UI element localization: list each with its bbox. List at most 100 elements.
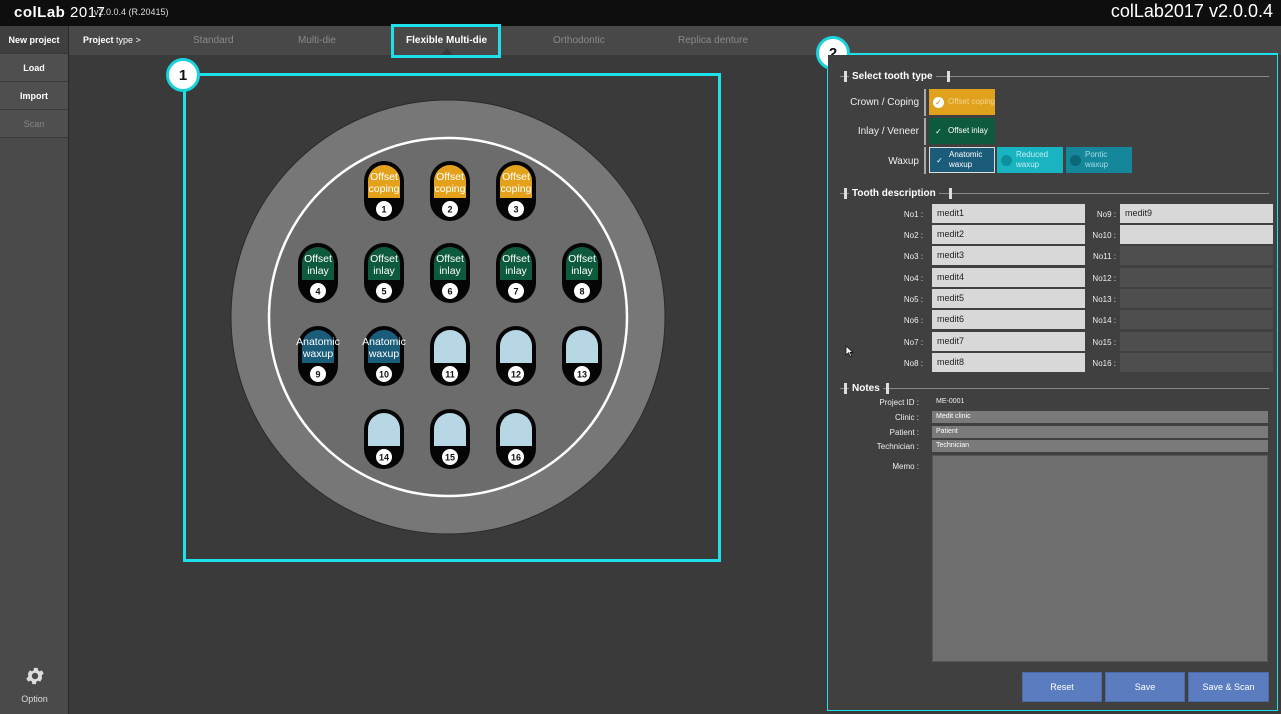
sidebar: New project Load Import Scan Option — [0, 26, 69, 714]
technician-label: Technician : — [876, 442, 919, 451]
select-tooth-type-title: Select tooth type — [849, 71, 936, 82]
memo-label: Memo : — [892, 462, 919, 471]
tooth-no12-label: No12 : — [1092, 274, 1116, 283]
die-label-8: Offset — [568, 253, 596, 265]
die-number-1: 1 — [381, 205, 386, 215]
die-slot-14[interactable]: 14 — [364, 409, 404, 469]
tooth-no1-input[interactable]: medit1 — [932, 204, 1085, 223]
tooth-no7-label: No7 : — [903, 338, 923, 347]
tab-standard[interactable]: Standard — [193, 35, 234, 46]
tooth-no3-input[interactable]: medit3 — [932, 246, 1085, 265]
die-slot-9[interactable]: Anatomicwaxup 9 — [296, 326, 340, 386]
tooth-no10-label: No10 : — [1092, 231, 1116, 240]
save-and-scan-button[interactable]: Save & Scan — [1188, 672, 1269, 702]
die-label-5: Offset — [370, 253, 398, 265]
tooth-no13-label: No13 : — [1092, 295, 1116, 304]
patient-label: Patient : — [889, 428, 919, 437]
tooth-description-title: Tooth description — [849, 188, 939, 199]
die-number-4: 4 — [315, 287, 320, 297]
window-title: colLab2017 v2.0.0.4 — [1110, 1, 1273, 21]
row-separator — [924, 118, 926, 145]
technician-field[interactable]: Technician — [932, 440, 1268, 452]
save-button[interactable]: Save — [1105, 672, 1185, 702]
new-project-button[interactable]: New project — [0, 26, 68, 54]
die-number-12: 12 — [511, 370, 521, 380]
die-slot-6[interactable]: Offsetinlay 6 — [430, 243, 470, 303]
tooth-no6-input[interactable]: medit6 — [932, 310, 1085, 329]
memo-field[interactable] — [932, 455, 1268, 662]
die-slot-10[interactable]: Anatomicwaxup 10 — [362, 326, 406, 386]
check-icon: ✓ — [933, 96, 944, 108]
die-slot-5[interactable]: Offsetinlay 5 — [364, 243, 404, 303]
section-rule — [840, 388, 1269, 389]
title-bar: colLab 2017 v2.0.0.4 (R.20415) colLab201… — [0, 0, 1281, 26]
radio-icon — [1001, 154, 1012, 166]
reduced-waxup-option[interactable]: Reduced waxup — [997, 147, 1063, 173]
project-id-value: ME-0001 — [936, 398, 965, 405]
die-label-7: inlay — [505, 265, 527, 277]
pontic-waxup-option[interactable]: Pontic waxup — [1066, 147, 1132, 173]
die-number-7: 7 — [513, 287, 518, 297]
die-slot-12[interactable]: 12 — [496, 326, 536, 386]
die-slot-11[interactable]: 11 — [430, 326, 470, 386]
die-label-6: Offset — [436, 253, 464, 265]
tab-flexible-multi-die[interactable]: Flexible Multi-die — [406, 35, 487, 46]
tab-multi-die[interactable]: Multi-die — [298, 35, 336, 46]
tooth-no3-label: No3 : — [903, 252, 923, 261]
die-label-3: Offset — [502, 171, 530, 183]
die-number-16: 16 — [511, 453, 521, 463]
anatomic-waxup-option[interactable]: ✓ Anatomic waxup — [929, 147, 995, 173]
die-slot-4[interactable]: Offsetinlay 4 — [298, 243, 338, 303]
die-label-2: coping — [435, 183, 466, 195]
waxup-label: Waxup — [888, 156, 919, 167]
clinic-field[interactable]: Medit clinic — [932, 411, 1268, 423]
load-button[interactable]: Load — [0, 54, 68, 82]
die-label-4: Offset — [304, 253, 332, 265]
active-tab-caret — [441, 48, 453, 55]
tooth-no10-input[interactable] — [1120, 225, 1273, 244]
die-slot-2[interactable]: Offsetcoping 2 — [430, 161, 470, 221]
die-number-13: 13 — [577, 370, 587, 380]
die-tray: Offsetcoping1Offsetcoping2Offsetcoping3O… — [230, 99, 666, 535]
tooth-no1-label: No1 : — [903, 210, 923, 219]
tooth-no8-input[interactable]: medit8 — [932, 353, 1085, 372]
die-number-15: 15 — [445, 453, 455, 463]
tooth-no11-label: No11 : — [1093, 252, 1116, 261]
tooth-no8-label: No8 : — [903, 359, 923, 368]
patient-field[interactable]: Patient — [932, 426, 1268, 438]
die-number-5: 5 — [381, 287, 386, 297]
section-marker — [949, 188, 952, 199]
die-slot-13[interactable]: 13 — [562, 326, 602, 386]
die-slot-15[interactable]: 15 — [430, 409, 470, 469]
tooth-no16-input — [1120, 353, 1273, 372]
reset-button[interactable]: Reset — [1022, 672, 1102, 702]
die-slot-7[interactable]: Offsetinlay 7 — [496, 243, 536, 303]
tab-orthodontic[interactable]: Orthodontic — [553, 35, 605, 46]
die-slot-3[interactable]: Offsetcoping 3 — [496, 161, 536, 221]
tooth-no5-input[interactable]: medit5 — [932, 289, 1085, 308]
offset-coping-option[interactable]: ✓ Offset coping — [929, 89, 995, 115]
die-number-3: 3 — [513, 205, 518, 215]
tab-replica-denture[interactable]: Replica denture — [678, 35, 748, 46]
die-slot-1[interactable]: Offsetcoping 1 — [364, 161, 404, 221]
tooth-no2-input[interactable]: medit2 — [932, 225, 1085, 244]
tooth-no7-input[interactable]: medit7 — [932, 332, 1085, 351]
die-slot-16[interactable]: 16 — [496, 409, 536, 469]
die-label-5: inlay — [373, 265, 395, 277]
tooth-no2-label: No2 : — [903, 231, 923, 240]
option-button[interactable]: Option — [0, 665, 69, 704]
gear-icon — [25, 667, 44, 685]
die-label-2: Offset — [436, 171, 464, 183]
die-label-10: Anatomic — [362, 336, 406, 348]
tooth-no11-input — [1120, 246, 1273, 265]
die-slot-8[interactable]: Offsetinlay 8 — [562, 243, 602, 303]
tooth-no4-input[interactable]: medit4 — [932, 268, 1085, 287]
scan-button: Scan — [0, 110, 68, 138]
option-label: Option — [21, 694, 48, 704]
tooth-no16-label: No16 : — [1092, 359, 1116, 368]
project-type-label: Project type > — [83, 35, 141, 45]
import-button[interactable]: Import — [0, 82, 68, 110]
offset-inlay-option[interactable]: ✓ Offset inlay — [929, 118, 995, 144]
tooth-no9-input[interactable]: medit9 — [1120, 204, 1273, 223]
section-marker — [844, 71, 847, 82]
